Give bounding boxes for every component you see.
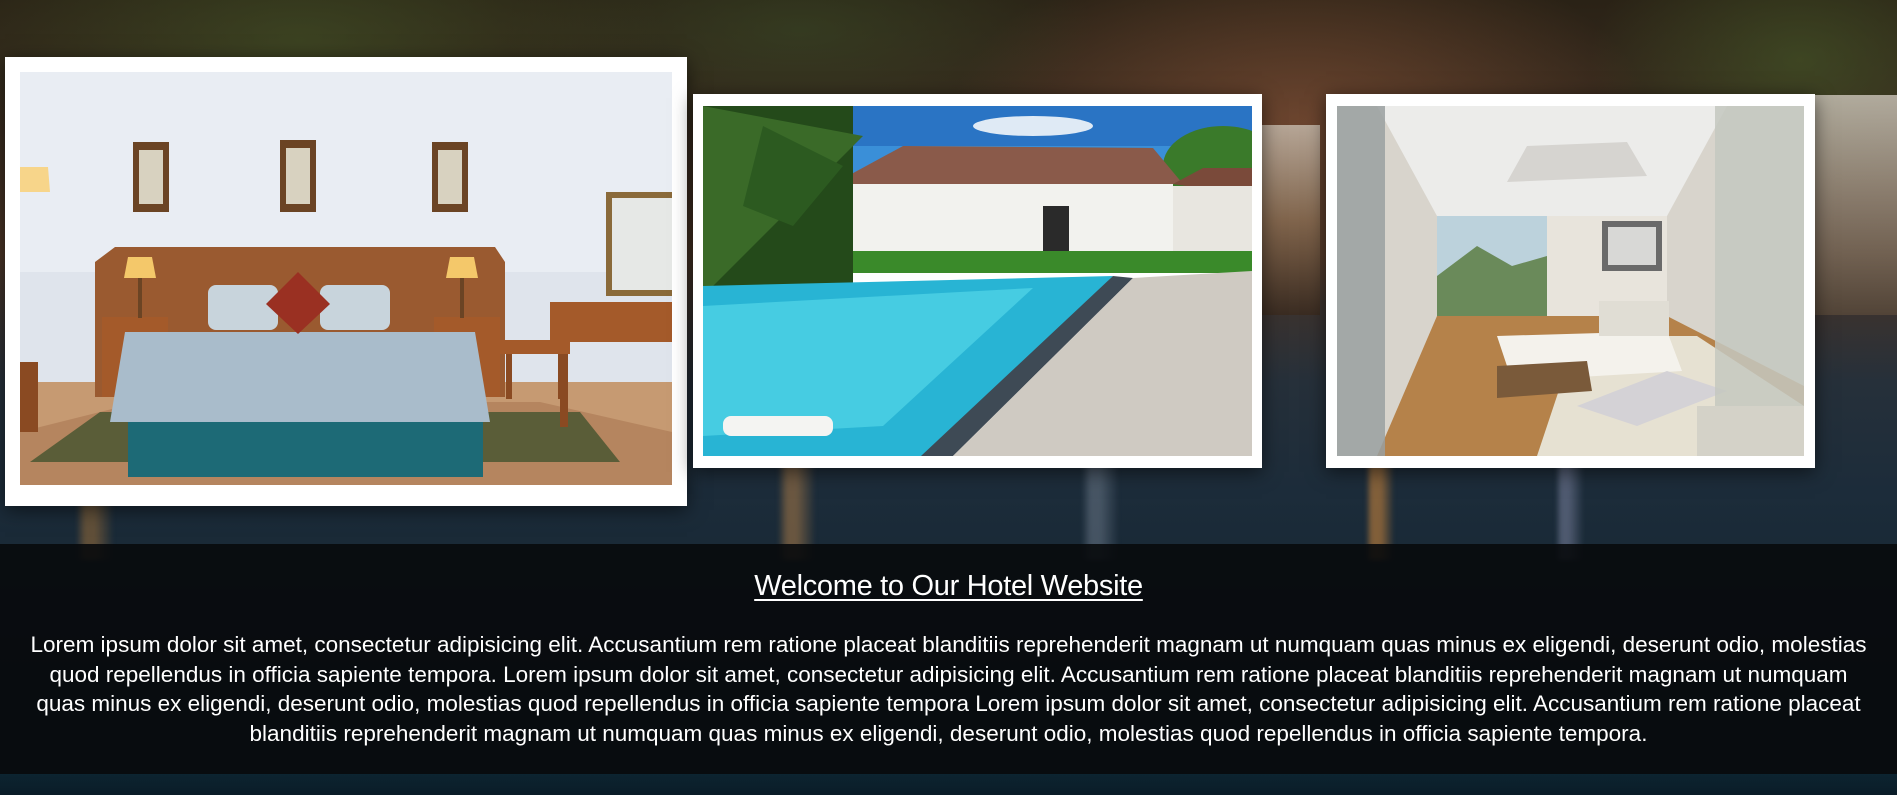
bedroom-photo <box>5 57 687 506</box>
welcome-body-text: Lorem ipsum dolor sit amet, consectetur … <box>30 632 1867 746</box>
pool-photo <box>693 94 1262 468</box>
pool-image <box>703 106 1252 456</box>
bedroom-image <box>20 72 672 485</box>
page-bottom-strip <box>0 774 1897 795</box>
welcome-section: Welcome to Our Hotel Website Lorem ipsum… <box>0 544 1897 774</box>
welcome-title: Welcome to Our Hotel Website <box>754 570 1143 602</box>
suite-image <box>1337 106 1804 456</box>
background-building <box>1805 95 1897 315</box>
suite-photo <box>1326 94 1815 468</box>
background-building <box>1260 125 1320 315</box>
